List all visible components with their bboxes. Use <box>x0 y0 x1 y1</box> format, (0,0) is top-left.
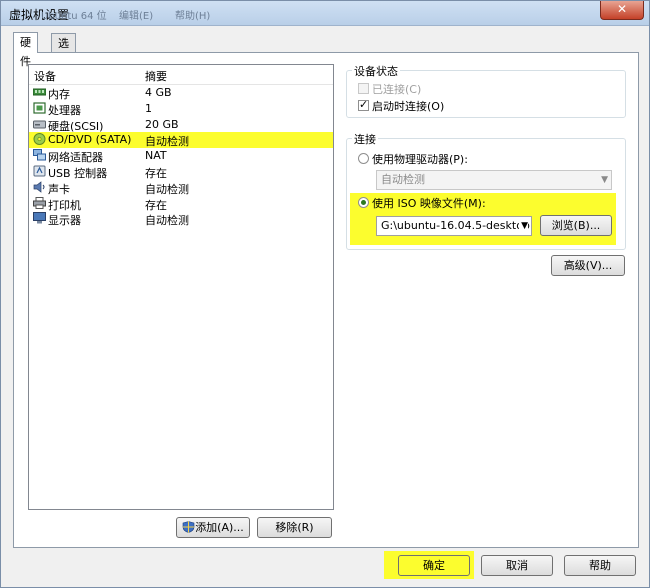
checkmark-icon: ✓ <box>359 98 369 111</box>
device-summary: 4 GB <box>145 86 172 99</box>
device-summary: 自动检测 <box>145 182 189 196</box>
physical-drive-value: 自动检测 <box>381 173 425 186</box>
ok-button[interactable]: 确定 <box>398 555 470 576</box>
chevron-down-icon: ▼ <box>519 217 528 235</box>
device-summary: 1 <box>145 101 152 115</box>
device-summary: 自动检测 <box>145 135 189 149</box>
display-icon <box>33 212 46 224</box>
device-row-memory[interactable]: 内存 4 GB <box>29 85 333 101</box>
cancel-button[interactable]: 取消 <box>481 555 553 576</box>
device-summary: 自动检测 <box>145 214 189 228</box>
device-summary: 存在 <box>145 198 167 212</box>
connect-at-power-on-label: 启动时连接(O) <box>372 100 445 113</box>
harddisk-icon <box>33 120 46 129</box>
memory-icon <box>33 88 46 96</box>
device-row-processor[interactable]: 处理器 1 <box>29 101 333 117</box>
device-name: 硬盘(SCSI) <box>48 119 104 133</box>
device-summary: NAT <box>145 149 167 163</box>
shield-icon <box>182 521 195 533</box>
use-iso-image-label: 使用 ISO 映像文件(M): <box>372 197 486 210</box>
iso-path-combobox[interactable]: G:\ubuntu-16.04.5-desktop ▼ <box>376 216 532 236</box>
add-device-button[interactable]: 添加(A)... <box>176 517 250 538</box>
close-button[interactable]: ✕ <box>600 1 644 20</box>
background-menu-help: 帮助(H) <box>175 11 211 22</box>
device-row-usb[interactable]: USB 控制器 存在 <box>29 164 333 180</box>
use-physical-drive-label: 使用物理驱动器(P): <box>372 153 468 166</box>
usb-icon <box>33 165 46 177</box>
device-summary: 20 GB <box>145 117 179 131</box>
vm-settings-dialog: 虚拟机设置 Ubuntu 64 位 编辑(E) 帮助(H) ✕ 硬件 选项 设备… <box>0 0 650 588</box>
use-physical-drive-radio[interactable] <box>358 153 369 164</box>
device-name: 网络适配器 <box>48 151 103 165</box>
column-header-device[interactable]: 设备 <box>34 68 56 84</box>
add-device-label: 添加(A)... <box>195 521 244 534</box>
device-summary: 存在 <box>145 166 167 180</box>
close-icon: ✕ <box>616 2 628 16</box>
device-row-display[interactable]: 显示器 自动检测 <box>29 211 333 227</box>
advanced-button[interactable]: 高级(V)... <box>551 255 625 276</box>
browse-button[interactable]: 浏览(B)... <box>540 215 612 236</box>
device-name: 声卡 <box>48 182 70 196</box>
device-row-harddisk[interactable]: 硬盘(SCSI) 20 GB <box>29 117 333 133</box>
network-icon <box>33 149 46 161</box>
tab-hardware[interactable]: 硬件 <box>13 32 38 68</box>
physical-drive-select[interactable]: 自动检测 ▼ <box>376 170 612 190</box>
device-name: 显示器 <box>48 214 81 228</box>
device-row-cd-dvd[interactable]: CD/DVD (SATA) 自动检测 <box>29 132 333 148</box>
connection-title: 连接 <box>352 131 378 147</box>
remove-device-button[interactable]: 移除(R) <box>257 517 332 538</box>
use-iso-image-radio[interactable] <box>358 197 369 208</box>
title-bar[interactable]: 虚拟机设置 Ubuntu 64 位 编辑(E) 帮助(H) ✕ <box>1 1 649 26</box>
device-row-network[interactable]: 网络适配器 NAT <box>29 148 333 164</box>
device-name: USB 控制器 <box>48 166 108 180</box>
chevron-down-icon: ▼ <box>601 175 608 185</box>
device-row-printer[interactable]: 打印机 存在 <box>29 196 333 212</box>
device-status-title: 设备状态 <box>352 63 400 79</box>
processor-icon <box>33 102 46 114</box>
list-header: 设备 摘要 <box>29 65 333 85</box>
cd-dvd-icon <box>33 133 46 146</box>
device-name: 打印机 <box>48 198 81 212</box>
connect-at-power-on-checkbox[interactable]: ✓ <box>358 98 369 111</box>
printer-icon <box>33 196 46 209</box>
background-menu-edit: 编辑(E) <box>119 11 154 22</box>
sound-icon <box>33 181 45 193</box>
device-name: 内存 <box>48 88 70 101</box>
device-list[interactable]: 设备 摘要 内存 4 GB 处理器 1 硬盘(SCSI) 20 GB CD/DV… <box>28 64 334 510</box>
device-row-sound[interactable]: 声卡 自动检测 <box>29 180 333 196</box>
help-button[interactable]: 帮助 <box>564 555 636 576</box>
iso-path-value: G:\ubuntu-16.04.5-desktop <box>381 219 530 232</box>
column-header-summary[interactable]: 摘要 <box>145 68 167 84</box>
device-name: 处理器 <box>48 103 81 117</box>
background-title-text: Ubuntu 64 位 <box>41 11 107 22</box>
device-name: CD/DVD (SATA) <box>48 133 132 147</box>
hardware-panel: 设备 摘要 内存 4 GB 处理器 1 硬盘(SCSI) 20 GB CD/DV… <box>13 52 639 548</box>
tab-options[interactable]: 选项 <box>51 33 76 69</box>
connected-checkbox[interactable] <box>358 83 369 94</box>
connected-label: 已连接(C) <box>372 83 422 96</box>
